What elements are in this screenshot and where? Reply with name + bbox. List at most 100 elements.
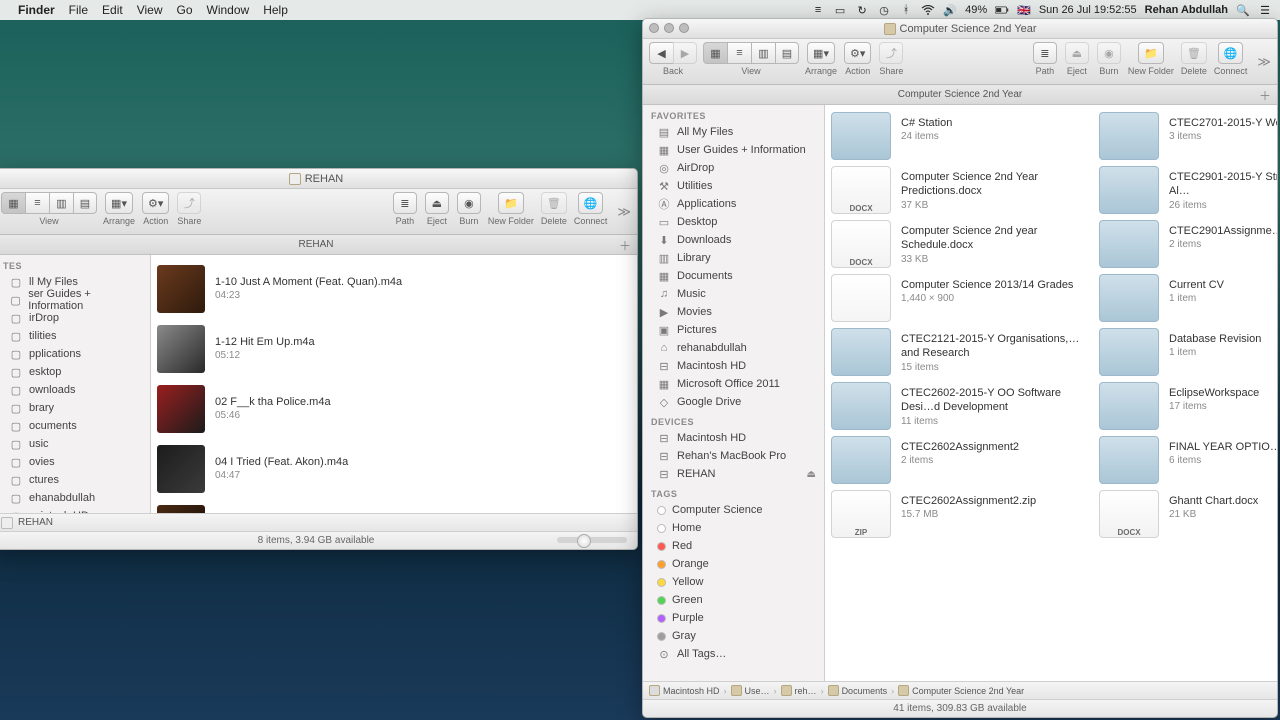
file-item[interactable]: 1-10 Just A Moment (Feat. Quan).m4a04:23 <box>155 261 415 317</box>
file-item[interactable]: FINAL YEAR OPTIO…6 items <box>1097 435 1277 485</box>
display-icon[interactable]: ▭ <box>833 3 847 17</box>
file-item[interactable]: 1-12 Hit Em Up.m4a05:12 <box>155 321 415 377</box>
path-btn[interactable]: ≣ <box>1033 42 1057 64</box>
file-item[interactable]: DOCXGhantt Chart.docx21 KB <box>1097 489 1277 539</box>
wifi-icon[interactable] <box>921 3 935 17</box>
path-segment[interactable]: Macintosh HD <box>649 685 720 696</box>
titlebar[interactable]: REHAN <box>0 169 637 189</box>
sidebar-item[interactable]: ▢pplications <box>0 345 150 363</box>
arrange-btn[interactable]: ▦▾ <box>807 42 835 64</box>
sidebar-item[interactable]: ▢ser Guides + Information <box>0 291 150 309</box>
timemachine-icon[interactable]: ↻ <box>855 3 869 17</box>
new-tab-btn[interactable]: ＋ <box>1259 87 1271 104</box>
close-btn[interactable] <box>649 23 659 33</box>
sidebar-item[interactable]: ♫Music <box>643 285 824 303</box>
file-item[interactable]: 02 F__k tha Police.m4a05:46 <box>155 381 415 437</box>
file-item[interactable]: CTEC2602-2015-Y OO Software Desi…d Devel… <box>829 381 1089 431</box>
column-view-btn[interactable]: ▥ <box>49 192 73 214</box>
sidebar-tag[interactable]: Green <box>643 591 824 609</box>
file-item[interactable]: DOCXComputer Science 2nd Year Prediction… <box>829 165 1089 215</box>
file-item[interactable]: CTEC2121-2015-Y Organisations,…and Resea… <box>829 327 1089 377</box>
file-item[interactable]: Computer Science 2013/14 Grades1,440 × 9… <box>829 273 1089 323</box>
file-item[interactable]: CTEC2901-2015-Y Structures and Al…26 ite… <box>1097 165 1277 215</box>
new-tab-btn[interactable]: ＋ <box>619 237 631 254</box>
menu-file[interactable]: File <box>69 3 88 17</box>
newfolder-btn[interactable]: 📁 <box>498 192 524 214</box>
clock-icon[interactable]: ◷ <box>877 3 891 17</box>
coverflow-view-btn[interactable]: ▤ <box>73 192 97 214</box>
tab[interactable]: REHAN <box>298 239 333 250</box>
sidebar-tag[interactable]: Yellow <box>643 573 824 591</box>
coverflow-view-btn[interactable]: ▤ <box>775 42 799 64</box>
path-segment[interactable]: reh… <box>781 685 817 696</box>
file-item[interactable]: CTEC2701-2015-Y Web Applications3 items <box>1097 111 1277 161</box>
arrange-btn[interactable]: ▦▾ <box>105 192 133 214</box>
sidebar-device[interactable]: ⊟REHAN⏏ <box>643 465 824 483</box>
delete-btn[interactable]: 🗑 <box>541 192 567 214</box>
menu-window[interactable]: Window <box>207 3 250 17</box>
share-btn[interactable]: ⤴ <box>177 192 201 214</box>
sidebar-item[interactable]: ⊟Macintosh HD <box>643 357 824 375</box>
volume-icon[interactable]: 🔊 <box>943 3 957 17</box>
menu-edit[interactable]: Edit <box>102 3 123 17</box>
path-segment[interactable]: Computer Science 2nd Year <box>898 685 1024 696</box>
action-btn[interactable]: ⚙▾ <box>844 42 871 64</box>
menu-go[interactable]: Go <box>177 3 193 17</box>
sidebar-item[interactable]: ▤All My Files <box>643 123 824 141</box>
path-segment[interactable]: Use… <box>731 685 770 696</box>
sidebar-tag[interactable]: Gray <box>643 627 824 645</box>
file-item[interactable]: DOCXComputer Science 2nd year Schedule.d… <box>829 219 1089 269</box>
sidebar-item[interactable]: ▶Movies <box>643 303 824 321</box>
connect-btn[interactable]: 🌐 <box>1218 42 1244 64</box>
sidebar-item[interactable]: ▦User Guides + Information <box>643 141 824 159</box>
sidebar-item[interactable]: ▦Microsoft Office 2011 <box>643 375 824 393</box>
battery-icon[interactable] <box>995 3 1009 17</box>
notification-center-icon[interactable]: ☰ <box>1258 3 1272 17</box>
sidebar-item[interactable]: ▣Pictures <box>643 321 824 339</box>
sidebar-item[interactable]: ⬇Downloads <box>643 231 824 249</box>
sidebar-item[interactable]: ▢esktop <box>0 363 150 381</box>
zoom-btn[interactable] <box>679 23 689 33</box>
titlebar[interactable]: Computer Science 2nd Year <box>643 19 1277 39</box>
spotlight-icon[interactable]: 🔍 <box>1236 3 1250 17</box>
file-area[interactable]: C# Station24 itemsDOCXComputer Science 2… <box>825 105 1277 681</box>
sidebar-item[interactable]: ⌂rehanabdullah <box>643 339 824 357</box>
sidebar-item[interactable]: ▢ownloads <box>0 381 150 399</box>
file-area[interactable]: 1-10 Just A Moment (Feat. Quan).m4a04:23… <box>151 255 637 513</box>
menuextra-icon[interactable]: ≡ <box>811 3 825 17</box>
input-flag[interactable]: 🇬🇧 <box>1017 4 1031 17</box>
sidebar-item[interactable]: ◎AirDrop <box>643 159 824 177</box>
path-btn[interactable]: ≣ <box>393 192 417 214</box>
sidebar-tag[interactable]: Orange <box>643 555 824 573</box>
file-item[interactable]: 07 Can't Fade Me (Feat. Quan).m4a04:13 <box>155 501 415 513</box>
file-item[interactable]: CTEC2901Assignme…2 items <box>1097 219 1277 269</box>
sidebar-item[interactable]: ▦Documents <box>643 267 824 285</box>
icon-size-slider[interactable] <box>557 537 627 543</box>
file-item[interactable]: C# Station24 items <box>829 111 1089 161</box>
sidebar-item[interactable]: ⒶApplications <box>643 195 824 213</box>
menu-view[interactable]: View <box>137 3 163 17</box>
action-btn[interactable]: ⚙▾ <box>142 192 169 214</box>
sidebar-tag[interactable]: Red <box>643 537 824 555</box>
file-item[interactable]: 04 I Tried (Feat. Akon).m4a04:47 <box>155 441 415 497</box>
menu-help[interactable]: Help <box>263 3 288 17</box>
fwd-btn[interactable]: ▶ <box>673 42 697 64</box>
list-view-btn[interactable]: ≡ <box>25 192 49 214</box>
sidebar-item[interactable]: ▢ocuments <box>0 417 150 435</box>
sidebar-item[interactable]: ⚒Utilities <box>643 177 824 195</box>
eject-btn[interactable]: ⏏ <box>1065 42 1089 64</box>
share-btn[interactable]: ⤴ <box>879 42 903 64</box>
icon-view-btn[interactable]: ▦ <box>703 42 727 64</box>
file-item[interactable]: Current CV1 item <box>1097 273 1277 323</box>
sidebar-item[interactable]: ▢ctures <box>0 471 150 489</box>
sidebar-item[interactable]: ▢ehanabdullah <box>0 489 150 507</box>
back-btn[interactable]: ◀ <box>649 42 673 64</box>
sidebar-item[interactable]: ▢brary <box>0 399 150 417</box>
min-btn[interactable] <box>664 23 674 33</box>
sidebar-tag[interactable]: ⊙All Tags… <box>643 645 824 663</box>
bluetooth-icon[interactable]: ᚼ <box>899 3 913 17</box>
connect-btn[interactable]: 🌐 <box>578 192 604 214</box>
eject-icon[interactable]: ⏏ <box>807 469 816 480</box>
path-device[interactable]: REHAN <box>18 517 53 528</box>
newfolder-btn[interactable]: 📁 <box>1138 42 1164 64</box>
